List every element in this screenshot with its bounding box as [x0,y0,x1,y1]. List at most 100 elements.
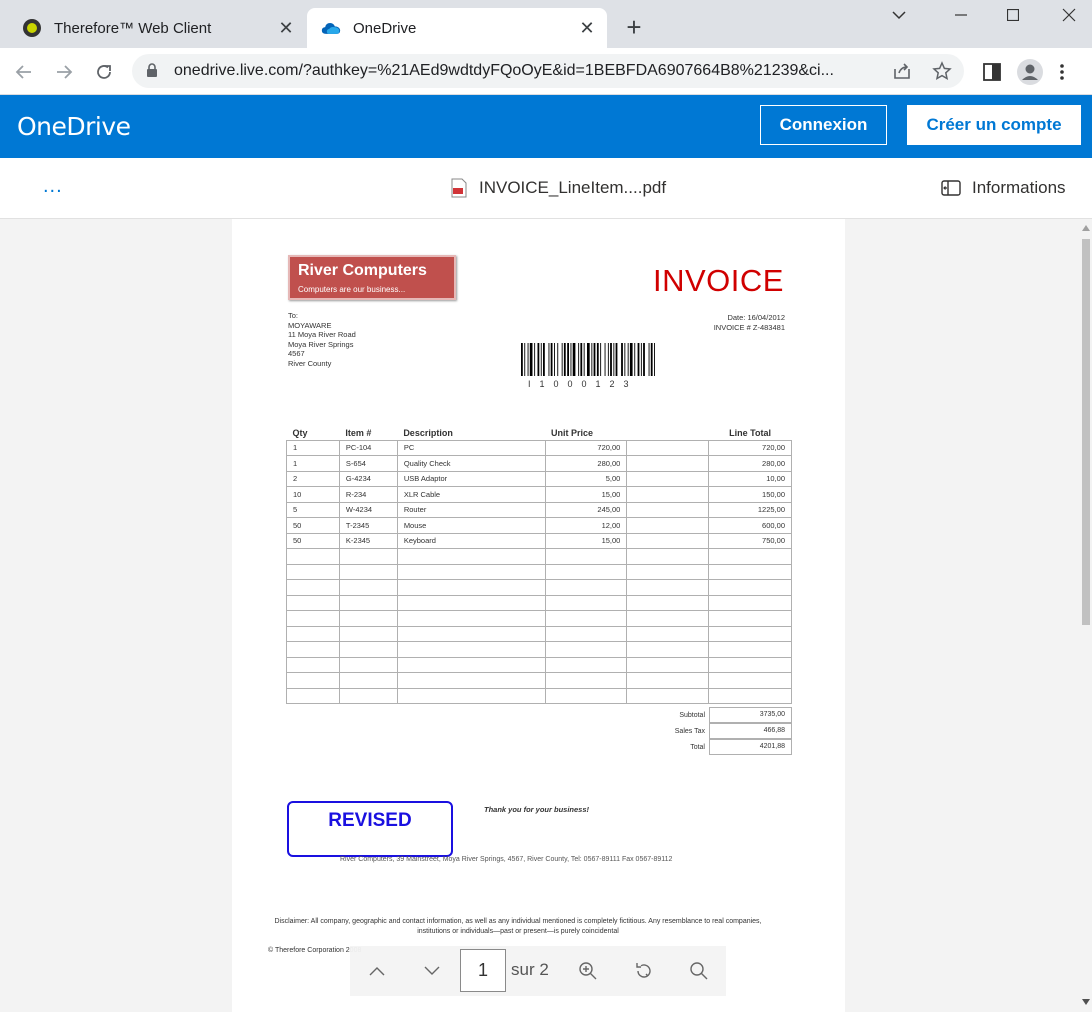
info-button[interactable]: Informations [941,178,1066,198]
table-row [286,656,792,673]
column-header: Item # [345,428,372,439]
tab-onedrive[interactable]: OneDrive ✕ [307,8,607,48]
next-page-icon[interactable] [420,959,444,983]
item-cell: W-4234 [338,501,398,518]
page-count-label: sur 2 [511,960,549,979]
description-cell: Mouse [396,517,546,534]
empty-cell [626,610,710,627]
tab-title: Therefore™ Web Client [54,19,212,37]
item-cell: K-2345 [338,532,398,549]
share-icon[interactable] [892,61,912,81]
lock-icon[interactable] [146,63,158,78]
side-panel-icon[interactable] [978,58,1006,86]
info-label: Informations [972,178,1066,197]
unit-price-cell: 280,00 [544,455,628,472]
login-button[interactable]: Connexion [760,105,887,145]
new-tab-button[interactable]: + [620,14,648,42]
empty-cell [286,548,340,565]
empty-cell [338,563,398,580]
pdf-page: River Computers Computers are our busine… [232,219,845,1012]
onedrive-header: OneDrive Connexion Créer un compte [0,95,1092,158]
empty-cell [544,687,628,704]
item-cell: R-234 [338,486,398,503]
forward-arrow-icon[interactable] [50,58,78,86]
qty-cell: 50 [286,532,340,549]
empty-cell [338,579,398,596]
footer-address: River Computers, 39 Mainstreet, Moya Riv… [340,856,673,863]
address-line: River County [288,358,332,368]
onedrive-brand[interactable]: OneDrive [17,112,131,141]
close-window-icon[interactable] [1046,0,1092,30]
description-cell: Router [396,501,546,518]
scroll-up-arrow-icon[interactable] [1082,225,1090,231]
empty-cell [338,594,398,611]
empty-cell [286,672,340,689]
maximize-window-icon[interactable] [990,0,1036,30]
invoice-date: Date: 16/04/2012 [727,313,785,322]
empty-cell [286,656,340,673]
tab-therefore[interactable]: Therefore™ Web Client ✕ [8,8,306,48]
empty-cell [544,563,628,580]
minimize-window-icon[interactable] [938,0,984,30]
unit-price-cell: 15,00 [544,532,628,549]
column-header: Description [403,428,453,439]
profile-avatar-icon[interactable] [1016,58,1044,86]
empty-cell [338,672,398,689]
empty-cell [396,656,546,673]
scroll-down-arrow-icon[interactable] [1082,999,1090,1005]
reload-icon[interactable] [90,58,118,86]
empty-cell [626,439,710,456]
line-total-cell: 750,00 [708,532,792,549]
scrollbar-thumb[interactable] [1082,239,1090,625]
back-arrow-icon[interactable] [10,58,38,86]
total-label: Total [690,743,705,751]
browser-tab-strip: Therefore™ Web Client ✕ OneDrive ✕ + [0,0,1092,48]
info-pane-icon [941,180,961,196]
table-row [286,625,792,642]
empty-cell [338,548,398,565]
invoice-date-block: Date: 16/04/2012 INVOICE # Z-483481 [714,313,785,332]
empty-cell [626,672,710,689]
empty-cell [396,563,546,580]
company-name: River Computers [298,262,427,279]
empty-cell [396,687,546,704]
to-label: To: [288,311,299,320]
totals-block: Subtotal 3735,00 Sales Tax 466,88 Total 420… [664,707,792,755]
table-row [286,548,792,565]
line-total-cell: 600,00 [708,517,792,534]
invoice-title: INVOICE [653,263,784,298]
browser-toolbar: onedrive.live.com/?authkey=%21AEd9wdtdyF… [0,48,1092,95]
empty-cell [626,517,710,534]
address-bar[interactable]: onedrive.live.com/?authkey=%21AEd9wdtdyF… [132,54,964,88]
item-cell: PC-104 [338,439,398,456]
close-tab-icon[interactable]: ✕ [575,16,599,40]
rotate-icon[interactable] [632,959,656,983]
barcode-image [521,343,655,376]
empty-cell [286,641,340,658]
kebab-menu-icon[interactable] [1048,58,1076,86]
page-number-input[interactable]: 1 [460,949,506,992]
pdf-viewer[interactable]: River Computers Computers are our busine… [0,219,1080,1012]
search-icon[interactable] [687,959,711,983]
empty-cell [626,455,710,472]
previous-page-icon[interactable] [365,959,389,983]
empty-cell [338,641,398,658]
table-row [286,563,792,580]
viewer-scrollbar[interactable] [1080,219,1092,1012]
empty-cell [708,594,792,611]
sales-tax-value: 466,88 [709,723,792,739]
close-tab-icon[interactable]: ✕ [274,16,298,40]
unit-price-cell: 15,00 [544,486,628,503]
empty-cell [396,610,546,627]
empty-cell [708,625,792,642]
create-account-button[interactable]: Créer un compte [907,105,1081,145]
empty-cell [626,532,710,549]
zoom-in-icon[interactable] [576,959,600,983]
empty-cell [544,656,628,673]
more-options-button[interactable]: ... [43,175,63,198]
tab-search-chevron-icon[interactable] [876,0,922,30]
empty-cell [286,687,340,704]
table-row [286,579,792,596]
bookmark-star-icon[interactable] [932,61,952,81]
line-total-cell: 10,00 [708,470,792,487]
